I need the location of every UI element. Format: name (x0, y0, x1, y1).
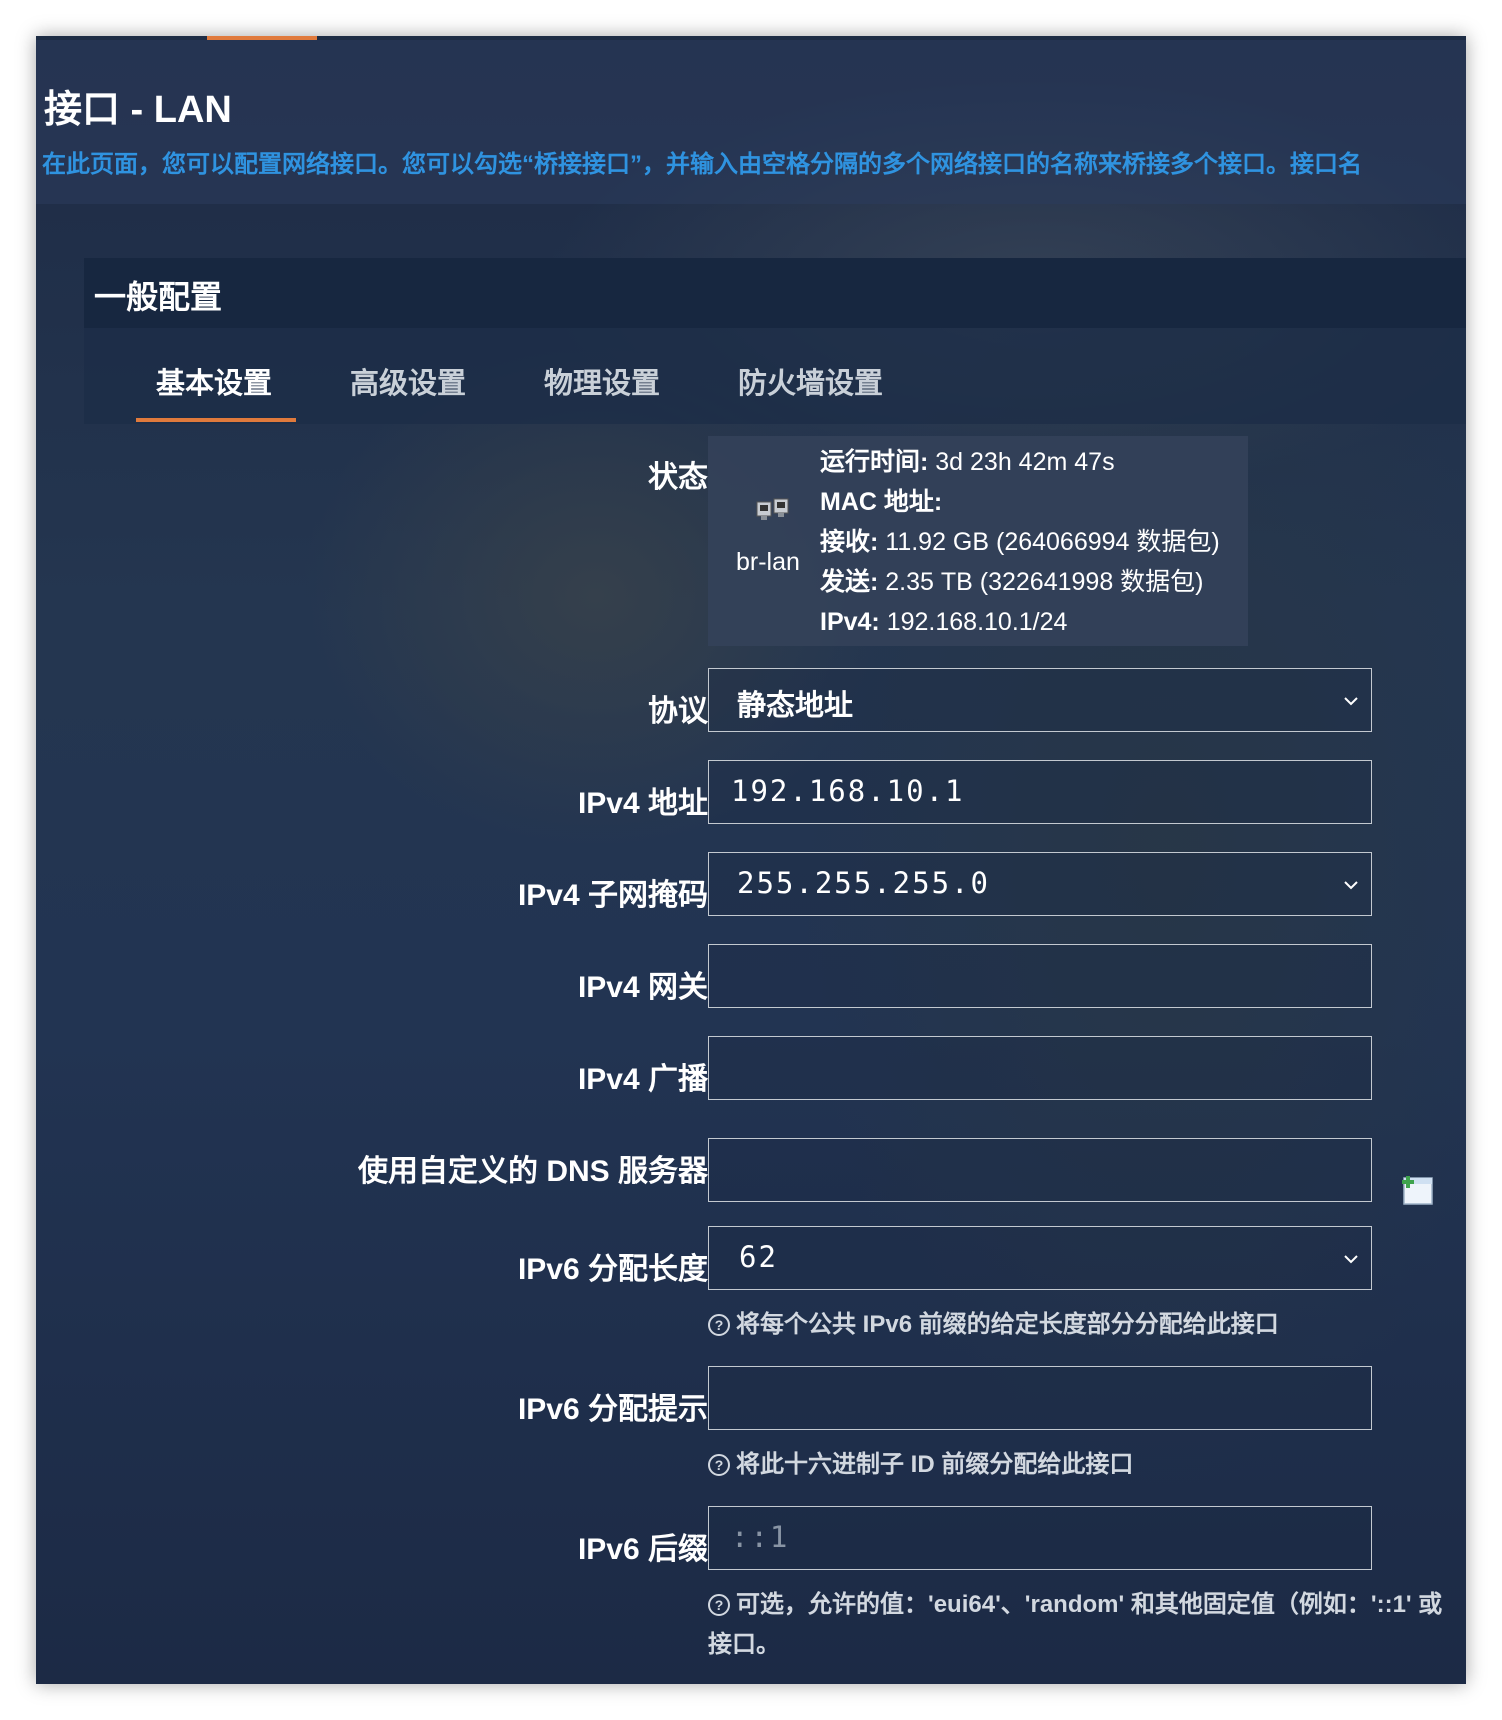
tab-advanced-settings[interactable]: 高级设置 (350, 360, 466, 402)
ipv4-address-value: 192.168.10.1 (731, 774, 965, 808)
help-icon: ? (708, 1594, 730, 1616)
protocol-select[interactable]: 静态地址 (708, 668, 1372, 732)
rx-key: 接收: (820, 528, 879, 556)
ipv6-assign-length-value: 62 (739, 1240, 778, 1274)
section-header: 一般配置 (84, 258, 1466, 328)
page-title: 接口 - LAN (44, 89, 232, 131)
tab-basic-settings[interactable]: 基本设置 (156, 360, 272, 402)
dns-label: 使用自定义的 DNS 服务器 (357, 1155, 708, 1188)
ipv4-row: IPv4: 192.168.10.1/24 (820, 602, 1220, 642)
mac-row: MAC 地址: (820, 482, 1220, 522)
uptime-key: 运行时间: (820, 448, 929, 476)
ipv4-value: 192.168.10.1/24 (879, 608, 1068, 636)
ipv6-suffix-input[interactable]: ::1 (708, 1506, 1372, 1570)
app-frame: 接口 - LAN 在此页面，您可以配置网络接口。您可以勾选“桥接接口”，并输入由… (36, 36, 1466, 1684)
ipv6-assign-length-label: IPv6 分配长度 (517, 1253, 708, 1286)
ipv4-netmask-value: 255.255.255.0 (737, 866, 990, 900)
active-tab-indicator (136, 418, 296, 422)
protocol-value: 静态地址 (737, 690, 854, 722)
general-config-section: 一般配置 基本设置 高级设置 物理设置 防火墙设置 (84, 258, 1466, 426)
ipv6-assign-length-select[interactable]: 62 (708, 1226, 1372, 1290)
ipv6-suffix-placeholder: ::1 (731, 1520, 790, 1554)
page-description: 在此页面，您可以配置网络接口。您可以勾选“桥接接口”，并输入由空格分隔的多个网络… (42, 151, 1362, 178)
interface-name: br-lan (736, 548, 800, 576)
ipv4-address-label: IPv4 地址 (577, 787, 708, 820)
tx-value: 2.35 TB (322641998 数据包) (878, 568, 1204, 596)
ipv4-broadcast-label: IPv4 广播 (577, 1063, 708, 1096)
ipv6-suffix-label: IPv6 后缀 (577, 1533, 708, 1566)
ipv4-netmask-label: IPv4 子网掩码 (517, 879, 708, 912)
status-panel: br-lan 运行时间: 3d 23h 42m 47s MAC 地址: 接收: … (708, 436, 1248, 646)
ipv6-suffix-hint: ? 可选，允许的值：'eui64'、'random' 和其他固定值（例如：'::1… (708, 1584, 1442, 1619)
uptime-value: 3d 23h 42m 47s (928, 448, 1115, 476)
add-entry-icon[interactable] (1400, 1174, 1434, 1206)
ipv6-suffix-hint-line2: 接口。 (708, 1631, 780, 1658)
ipv6-assign-length-hint-text: 将每个公共 IPv6 前缀的给定长度部分分配给此接口 (736, 1311, 1279, 1338)
ipv4-netmask-select[interactable]: 255.255.255.0 (708, 852, 1372, 916)
protocol-label: 协议 (648, 695, 708, 728)
ipv4-broadcast-input[interactable] (708, 1036, 1372, 1100)
tx-key: 发送: (820, 568, 879, 596)
ipv4-gateway-input[interactable] (708, 944, 1372, 1008)
ipv4-gateway-label: IPv4 网关 (577, 971, 708, 1004)
network-ports-icon (756, 498, 789, 520)
mac-key: MAC 地址: (820, 488, 943, 516)
ipv6-assign-length-hint: ? 将每个公共 IPv6 前缀的给定长度部分分配给此接口 (708, 1304, 1279, 1339)
page-header: 接口 - LAN 在此页面，您可以配置网络接口。您可以勾选“桥接接口”，并输入由… (36, 40, 1466, 204)
rx-value: 11.92 GB (264066994 数据包) (878, 528, 1220, 556)
tab-physical-settings[interactable]: 物理设置 (544, 360, 660, 402)
ipv4-key: IPv4: (820, 608, 880, 636)
dns-input[interactable] (708, 1138, 1372, 1202)
help-icon: ? (708, 1454, 730, 1476)
status-label: 状态 (648, 461, 708, 494)
chevron-down-icon (1344, 881, 1358, 890)
tx-row: 发送: 2.35 TB (322641998 数据包) (820, 562, 1220, 602)
ipv6-assign-hint-hint: ? 将此十六进制子 ID 前缀分配给此接口 (708, 1444, 1133, 1479)
ipv6-assign-hint-hint-text: 将此十六进制子 ID 前缀分配给此接口 (736, 1451, 1134, 1478)
rx-row: 接收: 11.92 GB (264066994 数据包) (820, 522, 1220, 562)
ipv6-assign-hint-label: IPv6 分配提示 (517, 1393, 708, 1426)
help-icon: ? (708, 1314, 730, 1336)
chevron-down-icon (1344, 1255, 1358, 1264)
tab-bar: 基本设置 高级设置 物理设置 防火墙设置 (84, 328, 1466, 424)
section-title: 一般配置 (94, 279, 223, 315)
ipv6-suffix-hint-text: 可选，允许的值：'eui64'、'random' 和其他固定值（例如：'::1'… (736, 1591, 1443, 1618)
status-details: 运行时间: 3d 23h 42m 47s MAC 地址: 接收: 11.92 G… (820, 442, 1220, 642)
tab-firewall-settings[interactable]: 防火墙设置 (738, 360, 883, 402)
ipv6-assign-hint-input[interactable] (708, 1366, 1372, 1430)
chevron-down-icon (1344, 697, 1358, 706)
ipv4-address-input[interactable]: 192.168.10.1 (708, 760, 1372, 824)
uptime-row: 运行时间: 3d 23h 42m 47s (820, 442, 1220, 482)
